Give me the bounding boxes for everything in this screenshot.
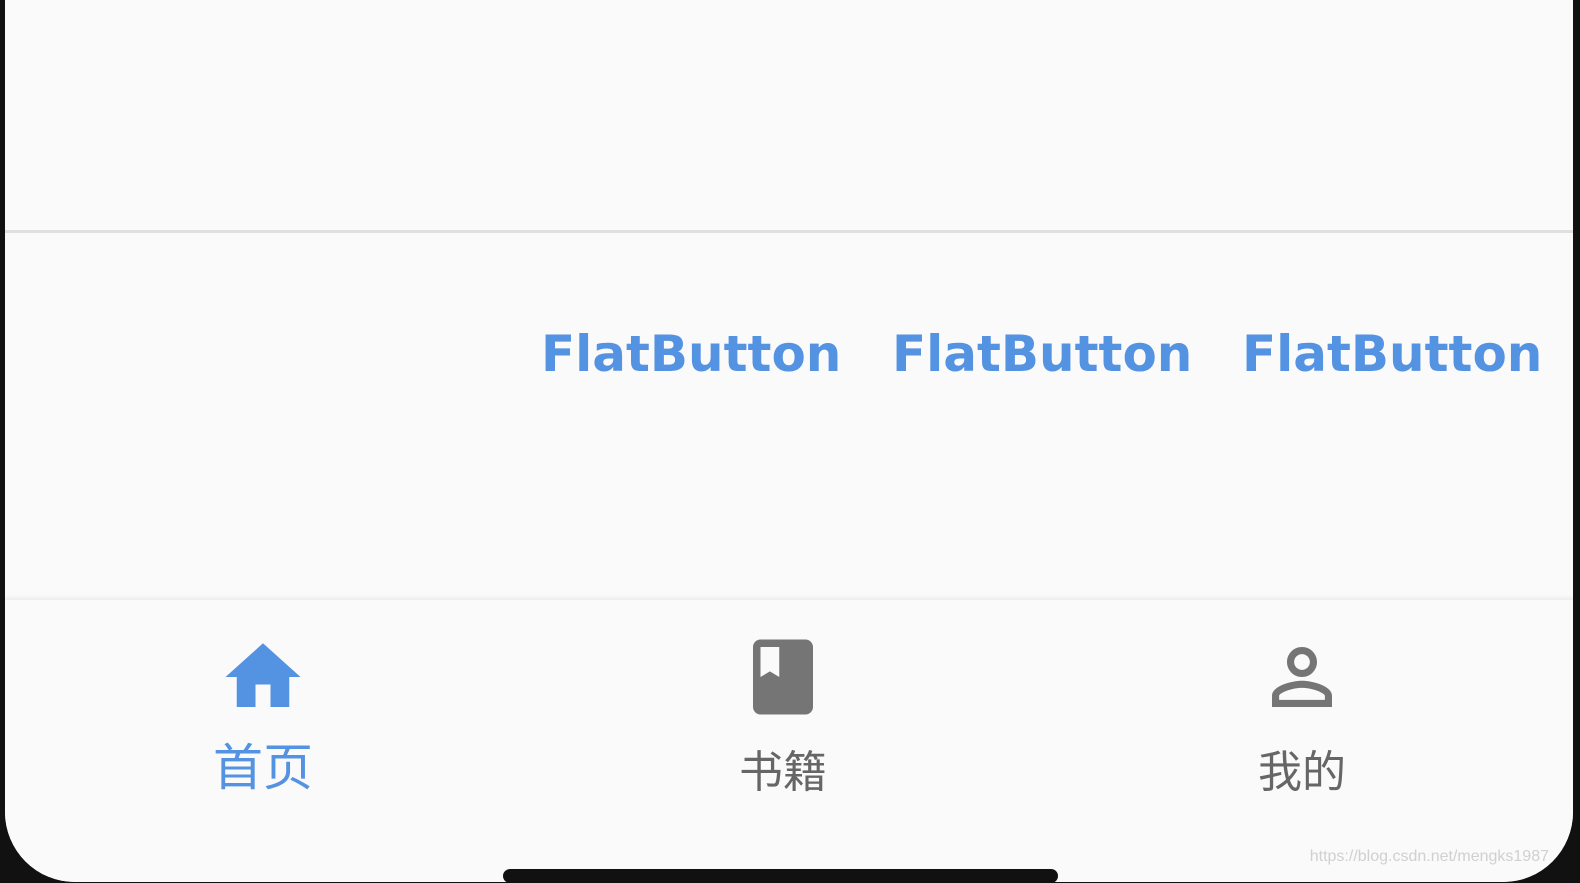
flat-button-1[interactable]: FlatButton xyxy=(541,318,841,390)
nav-item-books[interactable]: 书籍 xyxy=(633,600,933,810)
flat-button-2[interactable]: FlatButton xyxy=(892,318,1192,390)
nav-item-home[interactable]: 首页 xyxy=(113,600,413,810)
nav-item-mine[interactable]: 我的 xyxy=(1152,600,1452,810)
top-divider xyxy=(5,230,1573,233)
nav-item-label: 我的 xyxy=(1258,747,1346,798)
app-screen: FlatButton FlatButton FlatButton 首页 书籍 我… xyxy=(5,0,1573,882)
nav-item-label: 首页 xyxy=(213,739,313,797)
home-indicator[interactable] xyxy=(503,869,1058,883)
flat-button-3[interactable]: FlatButton xyxy=(1242,318,1542,390)
home-icon xyxy=(218,632,308,722)
book-icon xyxy=(738,632,828,722)
bottom-navigation-bar: 首页 书籍 我的 xyxy=(5,598,1573,882)
watermark: https://blog.csdn.net/mengks1987 xyxy=(1309,848,1549,865)
button-bar: FlatButton FlatButton FlatButton xyxy=(5,318,1573,390)
nav-item-label: 书籍 xyxy=(739,747,827,798)
person-icon xyxy=(1257,632,1347,722)
